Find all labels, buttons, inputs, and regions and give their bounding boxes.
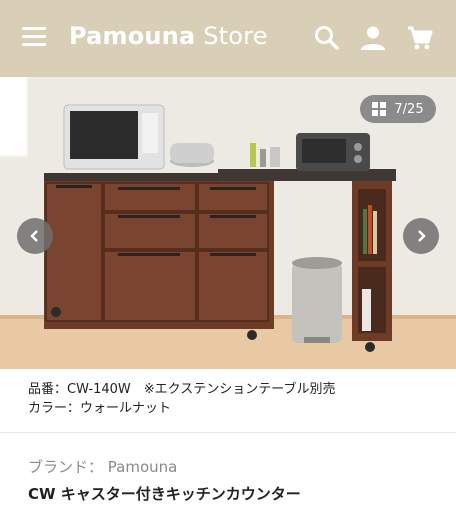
store-logo[interactable]: Pamouna Store [69,22,268,50]
next-image-button[interactable] [403,218,439,254]
image-counter-text: 7/25 [394,101,424,117]
caption-product-code: 品番：CW-140W ※エクステンションテーブル別売 [28,382,336,397]
search-icon[interactable] [313,24,341,52]
section-divider [0,432,456,433]
menu-icon[interactable] [22,27,46,47]
caption-color: カラー：ウォールナット [28,401,172,416]
grid-icon [372,102,387,116]
brand-line[interactable]: ブランド： Pamouna [28,456,177,477]
chevron-right-icon [418,230,426,242]
previous-image-button[interactable] [17,218,53,254]
top-app-bar: Pamouna Store [0,0,456,77]
cart-icon[interactable] [406,24,434,52]
chevron-left-icon [30,230,38,242]
brand-bold: Pamouna [69,22,196,50]
product-title: CW キャスター付きキッチンカウンター [28,485,301,503]
image-counter-badge[interactable]: 7/25 [360,95,436,123]
brand-store: Store [203,22,268,50]
image-caption: 品番：CW-140W ※エクステンションテーブル別売 カラー：ウォールナット [28,380,336,418]
product-image-gallery[interactable]: 7/25 [0,77,456,369]
account-icon[interactable] [359,24,387,52]
